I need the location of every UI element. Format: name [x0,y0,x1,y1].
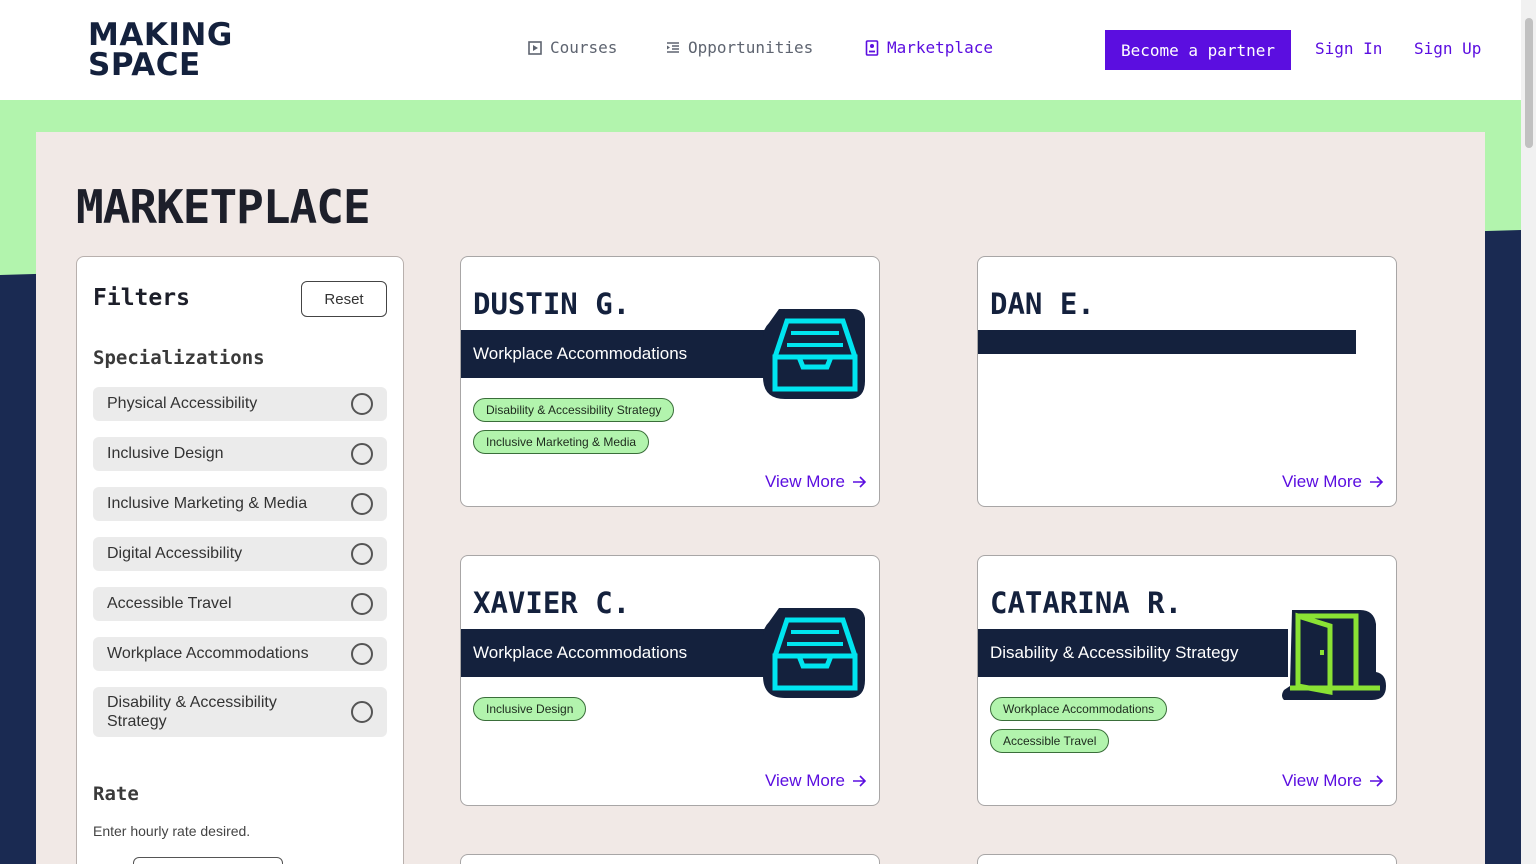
radio-button[interactable] [351,543,373,565]
page-title: MARKETPLACE [76,180,371,234]
view-more-link[interactable]: View More [765,472,867,492]
rate-input[interactable] [133,857,283,864]
filter-label: Physical Accessibility [107,395,258,412]
view-more-label: View More [765,771,845,790]
filter-workplace-accommodations[interactable]: Workplace Accommodations [93,637,387,671]
filter-accessible-travel[interactable]: Accessible Travel [93,587,387,621]
specialty-band: Disability & Accessibility Strategy [978,629,1288,677]
filters-panel: Filters Reset Specializations Physical A… [76,256,404,864]
play-square-icon [528,40,542,55]
specialty-tag: Disability & Accessibility Strategy [473,398,675,422]
nav-marketplace[interactable]: Marketplace [865,38,993,57]
radio-button[interactable] [351,701,373,723]
scrollbar-thumb[interactable] [1525,18,1533,148]
radio-button[interactable] [351,593,373,615]
inbox-tray-icon [763,309,865,399]
profile-name: DUSTIN G. [473,287,631,321]
nav-opportunities-label: Opportunities [688,38,814,57]
view-more-link[interactable]: View More [1282,771,1384,791]
profile-card[interactable]: CATARINA R. Disability & Accessibility S… [977,555,1397,806]
view-more-link[interactable]: View More [765,771,867,791]
filter-label: Inclusive Marketing & Media [107,495,308,512]
sign-in-link[interactable]: Sign In [1315,39,1382,58]
filter-physical-accessibility[interactable]: Physical Accessibility [93,387,387,421]
arrow-right-icon [853,775,867,787]
open-door-icon [1282,610,1386,700]
filter-disability-accessibility-strategy[interactable]: Disability & Accessibility Strategy [93,687,387,737]
filter-label: Inclusive Design [107,445,224,462]
filter-label: Accessible Travel [107,595,232,612]
filter-inclusive-design[interactable]: Inclusive Design [93,437,387,471]
reset-button[interactable]: Reset [301,281,387,317]
arrow-right-icon [1370,775,1384,787]
inbox-tray-icon [763,608,865,698]
profile-card[interactable] [460,854,880,864]
specialty-band: Workplace Accommodations [461,330,771,378]
filter-digital-accessibility[interactable]: Digital Accessibility [93,537,387,571]
specialty-band [978,330,1356,354]
nav-courses-label: Courses [550,38,618,57]
radio-button[interactable] [351,643,373,665]
arrow-right-icon [1370,476,1384,488]
nav-opportunities[interactable]: Opportunities [666,38,813,57]
profile-name: CATARINA R. [990,586,1183,620]
sign-up-link[interactable]: Sign Up [1414,39,1481,58]
specialty-tag: Inclusive Marketing & Media [473,430,650,454]
profile-name: XAVIER C. [473,586,631,620]
nav-courses[interactable]: Courses [528,38,617,57]
page-scrollbar[interactable] [1521,0,1536,864]
specializations-title: Specializations [93,347,265,369]
filter-label: Workplace Accommodations [107,645,309,662]
view-more-link[interactable]: View More [1282,472,1384,492]
view-more-label: View More [1282,771,1362,790]
nav-marketplace-label: Marketplace [887,38,993,57]
rate-description: Enter hourly rate desired. [93,823,251,839]
filter-label: Disability & Accessibility Strategy [107,694,277,730]
specialty-band: Workplace Accommodations [461,629,771,677]
logo-line-2: SPACE [88,47,201,83]
profile-card[interactable]: DUSTIN G. Workplace Accommodations Disab… [460,256,880,507]
id-badge-icon [865,39,879,56]
specialty-tag: Accessible Travel [990,729,1110,753]
logo-line-1: MAKING [88,17,233,53]
radio-button[interactable] [351,493,373,515]
profile-card[interactable] [977,854,1397,864]
become-partner-button[interactable]: Become a partner [1105,30,1291,70]
profile-name: DAN E. [990,287,1095,321]
radio-button[interactable] [351,443,373,465]
rate-title: Rate [93,783,139,805]
specialty-tag: Inclusive Design [473,697,587,721]
profile-card[interactable]: XAVIER C. Workplace Accommodations Inclu… [460,555,880,806]
profile-card[interactable]: DAN E. View More [977,256,1397,507]
filter-label: Digital Accessibility [107,545,243,562]
filter-inclusive-marketing-media[interactable]: Inclusive Marketing & Media [93,487,387,521]
site-header: MAKING SPACE Courses Opportunities Marke… [0,0,1521,100]
view-more-label: View More [1282,472,1362,491]
arrow-right-icon [853,476,867,488]
list-indent-icon [667,41,679,53]
filters-title: Filters [93,285,190,311]
view-more-label: View More [765,472,845,491]
radio-button[interactable] [351,393,373,415]
specialty-tag: Workplace Accommodations [990,697,1168,721]
making-space-logo[interactable]: MAKING SPACE [88,17,233,83]
